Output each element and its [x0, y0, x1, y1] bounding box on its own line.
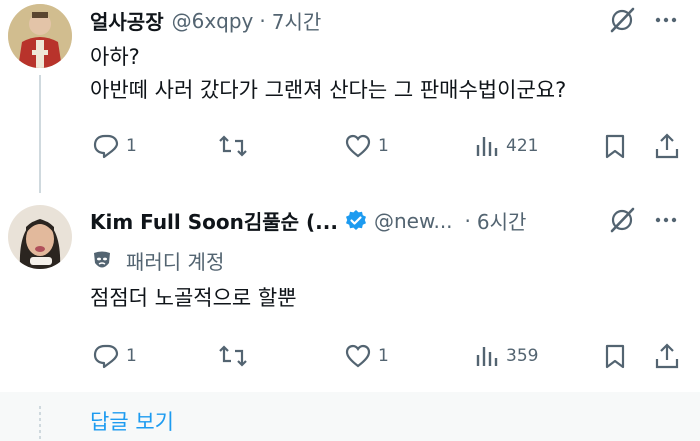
display-name[interactable]: 얼사공장 [90, 6, 164, 35]
bookmark-icon[interactable] [603, 343, 627, 374]
thread-dotted-connector [39, 406, 41, 441]
reply-button[interactable]: 1 [92, 133, 137, 159]
separator: · [464, 208, 471, 233]
tweet-text-line: 아반떼 사러 갔다가 그랜져 산다는 그 판매수법이군요? [90, 78, 567, 102]
like-button[interactable]: 1 [344, 133, 389, 159]
heart-icon [345, 344, 371, 368]
parody-label: 패러디 계정 [90, 246, 224, 275]
analytics-icon [476, 347, 498, 366]
view-count: 359 [506, 346, 539, 366]
retweet-icon [219, 135, 247, 157]
thread-connector [39, 75, 41, 193]
timestamp[interactable]: 6시간 [477, 206, 527, 235]
parody-mask-icon [94, 251, 110, 267]
retweet-icon [219, 345, 247, 367]
tweet-header: 얼사공장 @6xqpy · 7시간 [90, 6, 321, 35]
timestamp[interactable]: 7시간 [272, 6, 322, 35]
grok-icon[interactable] [608, 206, 636, 238]
views-button[interactable]: 359 [474, 343, 538, 369]
view-count: 421 [506, 136, 539, 156]
like-button[interactable]: 1 [344, 343, 389, 369]
reply-count: 1 [126, 346, 137, 366]
heart-icon [345, 134, 371, 158]
display-name[interactable]: Kim Full Soon김풀순 (... [90, 206, 338, 235]
more-options-icon[interactable] [654, 10, 678, 34]
tweet-text-line: 점점더 노골적으로 할뿐 [90, 286, 297, 310]
grok-icon[interactable] [608, 6, 636, 38]
avatar[interactable] [8, 4, 72, 68]
show-replies-link[interactable]: 답글 보기 [90, 406, 174, 436]
retweet-button[interactable] [218, 133, 254, 159]
tweet-header: Kim Full Soon김풀순 (... @new... · 6시간 [90, 206, 526, 235]
views-button[interactable]: 421 [474, 133, 538, 159]
analytics-icon [476, 137, 498, 156]
avatar[interactable] [8, 205, 72, 269]
reply-icon [93, 344, 119, 369]
like-count: 1 [378, 346, 389, 366]
reply-count: 1 [126, 136, 137, 156]
parody-label-text: 패러디 계정 [126, 250, 225, 274]
handle[interactable]: @6xqpy [172, 9, 254, 33]
like-count: 1 [378, 136, 389, 156]
reply-icon [93, 134, 119, 159]
retweet-button[interactable] [218, 343, 254, 369]
more-options-icon[interactable] [654, 210, 678, 234]
share-icon[interactable] [654, 342, 680, 374]
verified-badge-icon [345, 209, 366, 230]
share-icon[interactable] [654, 132, 680, 164]
bookmark-icon[interactable] [603, 133, 627, 164]
reply-button[interactable]: 1 [92, 343, 137, 369]
handle[interactable]: @new... [374, 209, 453, 233]
tweet-text-line: 아하? [90, 45, 140, 69]
separator: · [259, 8, 266, 33]
